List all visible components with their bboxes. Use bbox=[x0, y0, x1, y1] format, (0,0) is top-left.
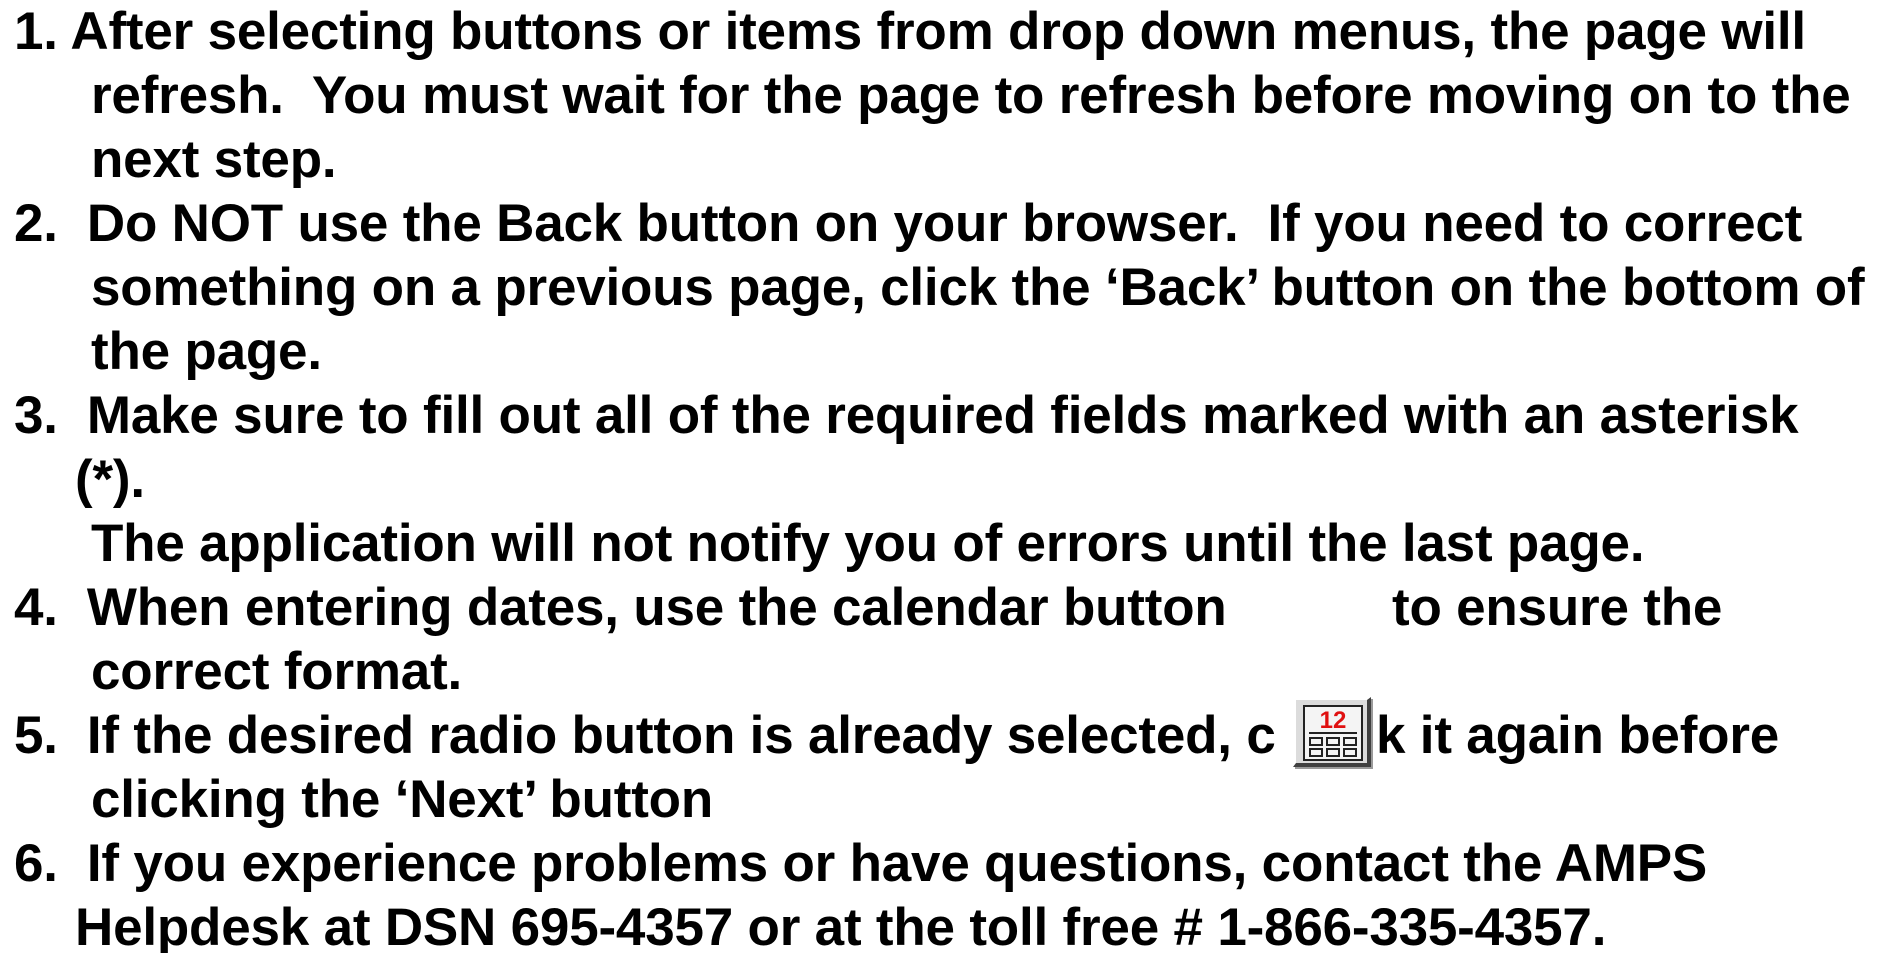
instruction-4-line-1-tail: to ensure the bbox=[1392, 578, 1723, 637]
instruction-6-line-2: Helpdesk at DSN 695-4357 or at the toll … bbox=[75, 898, 1607, 953]
instruction-1-line-1: 1. After selecting buttons or items from… bbox=[14, 0, 1806, 64]
instruction-5-number: 5. bbox=[14, 706, 58, 765]
instruction-3-number: 3. bbox=[14, 386, 58, 445]
instruction-3-line-3: The application will not notify you of e… bbox=[91, 514, 1645, 573]
calendar-icon: 12 bbox=[1293, 697, 1371, 767]
instruction-6-number: 6. bbox=[14, 834, 58, 893]
instructions-slide: 1. After selecting buttons or items from… bbox=[0, 0, 1897, 953]
instruction-3-line-1: 3. Make sure to fill out all of the requ… bbox=[14, 384, 1799, 448]
calendar-glyph-icon: 12 bbox=[1303, 705, 1363, 761]
instruction-1-line-3: next step. bbox=[91, 130, 337, 189]
instruction-6-text: If you experience problems or have quest… bbox=[86, 834, 1708, 893]
instruction-4-number: 4. bbox=[14, 578, 58, 637]
instruction-2-line-1: 2. Do NOT use the Back button on your br… bbox=[14, 192, 1802, 256]
instruction-3-line-2: (*). bbox=[75, 450, 145, 509]
instruction-1-number: 1. bbox=[14, 2, 58, 61]
calendar-glyph-number: 12 bbox=[1320, 707, 1347, 734]
instruction-2-line-3: the page. bbox=[91, 322, 322, 381]
instruction-5-text: If the desired radio button is already s… bbox=[86, 706, 1276, 765]
instruction-5-line-2: clicking the ‘Next’ button bbox=[91, 770, 714, 829]
instruction-2-number: 2. bbox=[14, 194, 58, 253]
instruction-4-line-1: 4. When entering dates, use the calendar… bbox=[14, 576, 1227, 640]
instruction-5-line-1-tail: k it again before bbox=[1376, 706, 1780, 765]
instruction-1-line-2: refresh. You must wait for the page to r… bbox=[91, 66, 1851, 125]
instruction-3-text: Make sure to fill out all of the require… bbox=[86, 386, 1799, 445]
instruction-5-line-1: 5. If the desired radio button is alread… bbox=[14, 704, 1276, 768]
instruction-6-line-1: 6. If you experience problems or have qu… bbox=[14, 832, 1707, 896]
instruction-2-line-2: something on a previous page, click the … bbox=[91, 258, 1865, 317]
instruction-4-line-2: correct format. bbox=[91, 642, 463, 701]
instruction-1-text: After selecting buttons or items from dr… bbox=[70, 2, 1806, 61]
instruction-4-text: When entering dates, use the calendar bu… bbox=[86, 578, 1227, 637]
instruction-2-text: Do NOT use the Back button on your brows… bbox=[86, 194, 1803, 253]
